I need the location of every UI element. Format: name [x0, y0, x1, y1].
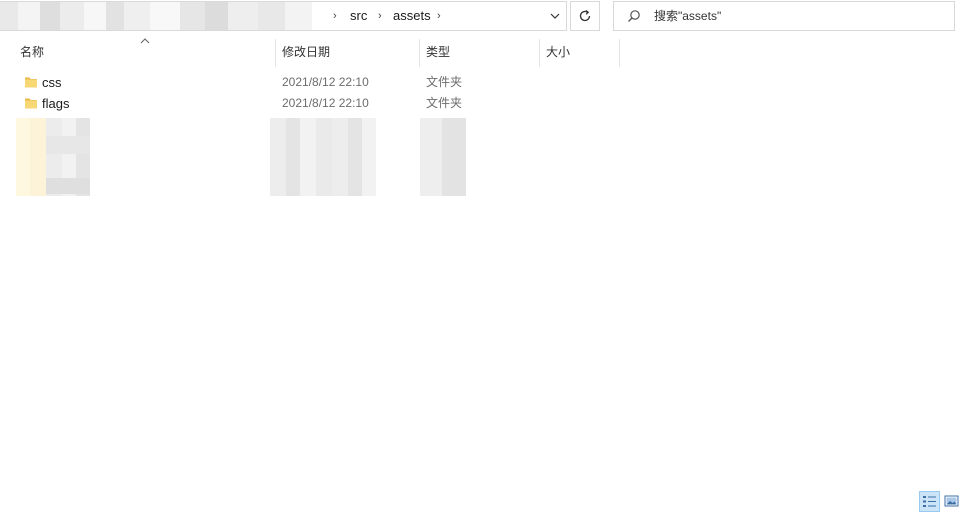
address-history-button[interactable] [545, 2, 565, 30]
breadcrumb-separator-icon[interactable]: › [378, 2, 382, 30]
redacted-path-segment [0, 2, 330, 30]
chevron-down-icon [550, 13, 560, 19]
column-header-type[interactable]: 类型 [420, 37, 539, 67]
column-header-modified[interactable]: 修改日期 [276, 37, 419, 67]
file-explorer-window: › src › assets › 搜索"assets" 名称 修改日期 类型 大… [0, 0, 969, 516]
large-icons-view-button[interactable] [942, 491, 961, 512]
file-list: css 2021/8/12 22:10 文件夹 flags 2021/8/12 … [0, 72, 969, 114]
details-view-button[interactable] [919, 491, 940, 512]
address-bar[interactable]: › src › assets › [0, 1, 567, 31]
file-type: 文件夹 [426, 96, 463, 110]
search-box[interactable]: 搜索"assets" [613, 1, 955, 31]
list-item[interactable]: flags 2021/8/12 22:10 文件夹 [0, 93, 969, 114]
column-divider[interactable] [619, 39, 620, 67]
file-name: flags [42, 96, 70, 111]
breadcrumb-src[interactable]: src [350, 2, 367, 30]
redacted-file-dates [270, 118, 376, 196]
details-view-icon [923, 496, 936, 507]
breadcrumb-assets[interactable]: assets [393, 2, 431, 30]
column-header-name[interactable]: 名称 [14, 37, 274, 67]
breadcrumb-separator-icon[interactable]: › [333, 2, 337, 30]
folder-icon [25, 98, 37, 109]
view-mode-toggles [919, 491, 961, 513]
redacted-file-types [420, 118, 466, 196]
file-modified-date: 2021/8/12 22:10 [282, 75, 369, 89]
breadcrumb-separator-icon[interactable]: › [437, 2, 441, 30]
column-header-row: 名称 修改日期 类型 大小 [0, 37, 969, 67]
navigation-bar: › src › assets › 搜索"assets" [0, 0, 969, 36]
file-name: css [42, 75, 62, 90]
list-item[interactable]: css 2021/8/12 22:10 文件夹 [0, 72, 969, 93]
search-placeholder[interactable]: 搜索"assets" [654, 2, 721, 30]
large-icons-view-icon [944, 495, 959, 507]
file-type: 文件夹 [426, 75, 463, 89]
refresh-button[interactable] [570, 1, 600, 31]
redacted-file-names [16, 118, 90, 196]
column-header-size[interactable]: 大小 [540, 37, 619, 67]
file-modified-date: 2021/8/12 22:10 [282, 96, 369, 110]
refresh-icon [579, 10, 591, 22]
search-icon [628, 10, 640, 22]
folder-icon [25, 77, 37, 88]
